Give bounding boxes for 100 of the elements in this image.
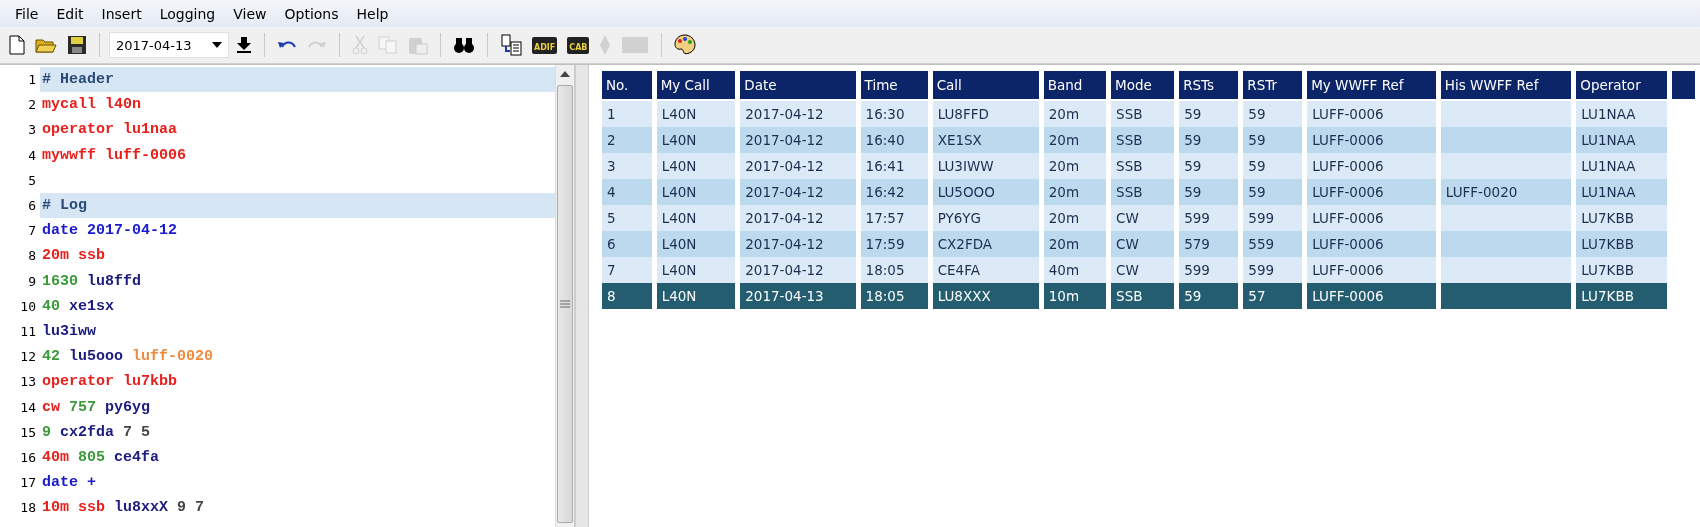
table-cell: SSB	[1111, 153, 1175, 179]
menu-item[interactable]: Options	[275, 5, 348, 22]
column-header[interactable]: His WWFF Ref	[1440, 71, 1572, 101]
caret-icon	[212, 42, 222, 48]
column-header[interactable]: Operator	[1576, 71, 1668, 101]
table-cell: PY6YG	[932, 205, 1039, 231]
scroll-up-icon[interactable]	[560, 71, 570, 77]
table-cell: 57	[1243, 283, 1303, 309]
column-header[interactable]: No.	[602, 71, 652, 101]
line-number: 10	[19, 298, 37, 314]
column-header[interactable]: Date	[740, 71, 856, 101]
date-dropdown[interactable]: 2017-04-13	[109, 32, 229, 58]
table-cell: 559	[1243, 231, 1303, 257]
menu-item[interactable]: Insert	[92, 5, 151, 22]
code-line: 42 lu5ooo luff-0020	[41, 347, 215, 368]
column-header[interactable]: Time	[860, 71, 928, 101]
line-number: 14	[19, 399, 37, 415]
table-cell: LU7KBB	[1576, 231, 1668, 257]
table-cell: L40N	[656, 101, 736, 127]
table-cell: SSB	[1111, 101, 1175, 127]
code-line: operator lu7kbb	[41, 372, 179, 393]
table-cell: 599	[1243, 205, 1303, 231]
table-cell: LU7KBB	[1576, 257, 1668, 283]
line-number: 6	[27, 198, 37, 214]
table-cell: CW	[1111, 205, 1175, 231]
code-line: 9 cx2fda 7 5	[41, 422, 152, 443]
table-cell: 599	[1243, 257, 1303, 283]
table-cell: 2017-04-13	[740, 283, 856, 309]
table-cell: 20m	[1043, 179, 1107, 205]
column-header[interactable]: Mode	[1111, 71, 1175, 101]
table-cell: 59	[1179, 101, 1239, 127]
line-number: 17	[19, 475, 37, 491]
table-cell: XE1SX	[932, 127, 1039, 153]
menu-item[interactable]: Help	[347, 5, 398, 22]
line-number: 7	[27, 223, 37, 239]
column-header[interactable]: Band	[1043, 71, 1107, 101]
menu-item[interactable]: Edit	[47, 5, 93, 22]
table-cell: 59	[1243, 101, 1303, 127]
new-button[interactable]	[6, 33, 28, 57]
code-line: 40m 805 ce4fa	[41, 447, 161, 468]
menu-item[interactable]: File	[6, 5, 48, 22]
table-cell: 20m	[1043, 205, 1107, 231]
table-cell: 4	[602, 179, 652, 205]
table-cell: 20m	[1043, 127, 1107, 153]
table-cell: LUFF-0006	[1307, 179, 1436, 205]
table-cell: LU1NAA	[1576, 127, 1668, 153]
table-cell: 17:59	[860, 231, 928, 257]
table-cell: 20m	[1043, 101, 1107, 127]
table-cell: LUFF-0006	[1307, 205, 1436, 231]
table-cell: LUFF-0006	[1307, 257, 1436, 283]
table-cell: 16:41	[860, 153, 928, 179]
table-cell: 599	[1179, 205, 1239, 231]
scrollbar[interactable]	[555, 65, 574, 527]
line-number: 4	[27, 147, 37, 163]
code-line: 20m ssb	[41, 246, 106, 267]
table-cell: 20m	[1043, 231, 1107, 257]
table-cell: L40N	[656, 231, 736, 257]
table-cell: LU8XXX	[932, 283, 1039, 309]
table-cell: 599	[1179, 257, 1239, 283]
code-line: date +	[41, 473, 97, 494]
column-header[interactable]: Call	[932, 71, 1039, 101]
line-number: 18	[19, 500, 37, 516]
table-cell: SSB	[1111, 179, 1175, 205]
table-cell: 6	[602, 231, 652, 257]
table-cell: 59	[1243, 179, 1303, 205]
table-cell: L40N	[656, 257, 736, 283]
column-header[interactable]: My WWFF Ref	[1307, 71, 1436, 101]
column-header[interactable]: My Call	[656, 71, 736, 101]
table-cell: 59	[1243, 127, 1303, 153]
table-cell: 2017-04-12	[740, 205, 856, 231]
line-number: 1	[27, 72, 37, 88]
table-cell: LUFF-0006	[1307, 231, 1436, 257]
table-cell: LU1NAA	[1576, 101, 1668, 127]
code-line: mycall l40n	[41, 95, 143, 116]
table-cell: 3	[602, 153, 652, 179]
table-cell: LU5OOO	[932, 179, 1039, 205]
table-cell: LU7KBB	[1576, 205, 1668, 231]
table-cell: CE4FA	[932, 257, 1039, 283]
table-cell: 59	[1179, 153, 1239, 179]
code-line: 10m ssb lu8xxX 9 7	[41, 498, 206, 519]
line-number: 11	[19, 323, 37, 339]
table-cell: 579	[1179, 231, 1239, 257]
grip-icon	[560, 300, 570, 308]
table-cell: 20m	[1043, 153, 1107, 179]
table-cell: 16:42	[860, 179, 928, 205]
table-cell: 7	[602, 257, 652, 283]
table-cell: L40N	[656, 205, 736, 231]
menu-item[interactable]: View	[224, 5, 276, 22]
line-number: 15	[19, 424, 37, 440]
code-line: operator lu1naa	[41, 120, 179, 141]
table-cell: LU1NAA	[1576, 153, 1668, 179]
column-header[interactable]: RSTr	[1243, 71, 1303, 101]
column-header[interactable]: RSTs	[1179, 71, 1239, 101]
table-cell: 8	[602, 283, 652, 309]
table-cell: 18:05	[860, 257, 928, 283]
table-cell: 2017-04-12	[740, 153, 856, 179]
menu-item[interactable]: Logging	[150, 5, 225, 22]
line-number: 5	[27, 172, 37, 188]
table-cell: L40N	[656, 127, 736, 153]
table-cell: 16:40	[860, 127, 928, 153]
